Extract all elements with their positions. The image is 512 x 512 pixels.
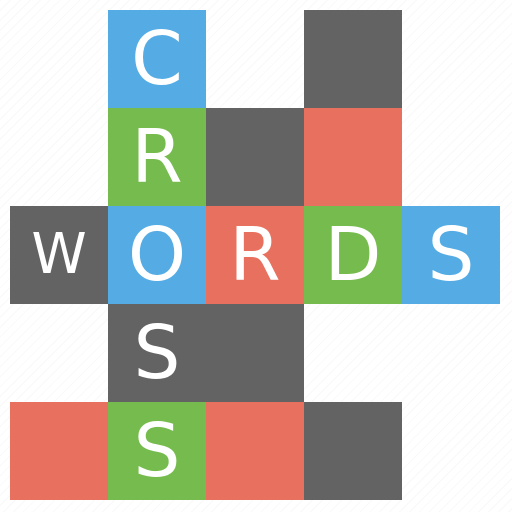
blank-tile bbox=[206, 304, 304, 402]
blank-tile bbox=[304, 10, 402, 108]
blank-tile bbox=[206, 108, 304, 206]
letter-tile-c: C bbox=[108, 10, 206, 108]
letter-tile-r: R bbox=[108, 108, 206, 206]
blank-tile bbox=[304, 402, 402, 500]
letter-tile-o: O bbox=[108, 206, 206, 304]
blank-tile bbox=[304, 108, 402, 206]
letter-tile-r: R bbox=[206, 206, 304, 304]
letter-tile-w: W bbox=[10, 206, 108, 304]
letter-tile-s: S bbox=[402, 206, 500, 304]
letter-tile-s: S bbox=[108, 402, 206, 500]
letter-tile-s: S bbox=[108, 304, 206, 402]
crossword-grid: CRWORDSSS bbox=[10, 10, 500, 500]
blank-tile bbox=[206, 402, 304, 500]
blank-tile bbox=[10, 402, 108, 500]
letter-tile-d: D bbox=[304, 206, 402, 304]
